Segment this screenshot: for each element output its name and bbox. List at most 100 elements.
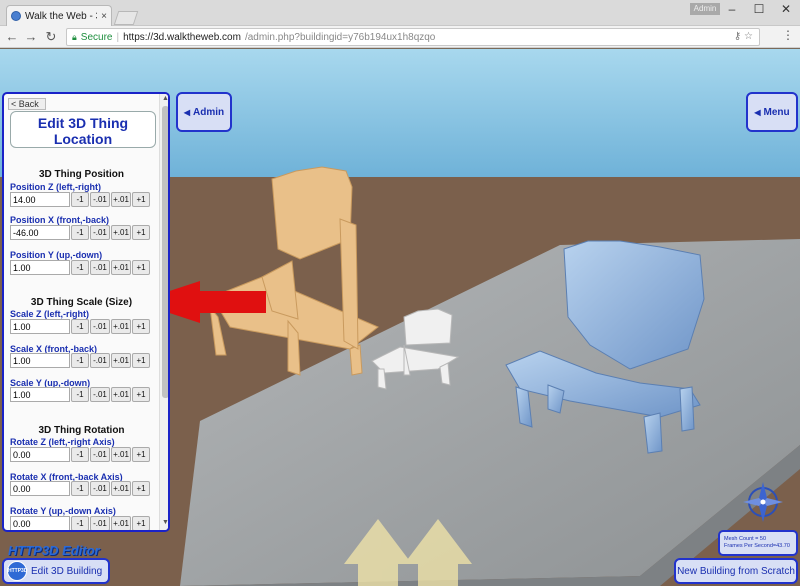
maximize-button[interactable]: ☐ (746, 0, 772, 18)
plus-hundredth-button[interactable]: +.01 (111, 353, 131, 368)
url-host: https://3d.walktheweb.com (123, 31, 241, 43)
reload-icon[interactable]: ↻ (42, 28, 60, 46)
minus-one-button[interactable]: -1 (71, 447, 89, 462)
back-button[interactable]: < Back (8, 98, 46, 110)
plus-hundredth-button[interactable]: +.01 (111, 447, 131, 462)
minus-one-button[interactable]: -1 (71, 353, 89, 368)
browser-tab[interactable]: Walk the Web - 3D Buildi × (6, 5, 112, 26)
rotate-y-input[interactable] (10, 516, 70, 530)
position-y-input[interactable] (10, 260, 70, 275)
field-row-rotate-y: -1 -.01 +.01 +1 (10, 516, 150, 530)
field-label-position-y: Position Y (up,-down) (10, 250, 103, 260)
forward-arrow-icon[interactable]: → (22, 28, 40, 46)
panel-scrollbar[interactable]: ▲ ▼ (159, 94, 168, 530)
scroll-down-icon[interactable]: ▼ (160, 519, 168, 529)
rotate-x-input[interactable] (10, 481, 70, 496)
minus-hundredth-button[interactable]: -.01 (90, 516, 110, 530)
brand-title: HTTP3D Editor (8, 543, 100, 558)
menu-button[interactable]: ◀ Menu (746, 92, 798, 132)
minus-hundredth-button[interactable]: -.01 (90, 353, 110, 368)
minimize-button[interactable]: – (719, 0, 745, 18)
render-stats: Mesh Count = 50 Frames Per Second=43.70 (718, 530, 798, 556)
compass-icon[interactable] (738, 478, 788, 526)
plus-one-button[interactable]: +1 (132, 225, 150, 240)
plus-hundredth-button[interactable]: +.01 (111, 192, 131, 207)
scale-header: 3D Thing Scale (Size) (30, 297, 133, 308)
address-separator: | (116, 31, 120, 43)
minus-one-button[interactable]: -1 (71, 516, 89, 530)
field-row-scale-z: -1 -.01 +.01 +1 (10, 319, 150, 334)
address-bar[interactable]: 🔒︎ Secure | https://3d.walktheweb.com/ad… (66, 28, 760, 46)
back-arrow-icon[interactable]: ← (3, 28, 21, 46)
minus-hundredth-button[interactable]: -.01 (90, 387, 110, 402)
plus-one-button[interactable]: +1 (132, 447, 150, 462)
edit-thing-panel: < Back Edit 3D Thing Location 3D Thing P… (2, 92, 170, 532)
scale-x-input[interactable] (10, 353, 70, 368)
menu-button-label: Menu (763, 106, 790, 118)
plus-one-button[interactable]: +1 (132, 516, 150, 530)
bookmark-star-icon[interactable]: ⚷ ☆ (734, 31, 753, 42)
field-row-scale-y: -1 -.01 +.01 +1 (10, 387, 150, 402)
field-row-scale-x: -1 -.01 +.01 +1 (10, 353, 150, 368)
minus-hundredth-button[interactable]: -.01 (90, 225, 110, 240)
field-row-rotate-z: -1 -.01 +.01 +1 (10, 447, 150, 462)
favicon-icon (11, 11, 21, 21)
minus-hundredth-button[interactable]: -.01 (90, 260, 110, 275)
http3d-logo-icon: HTTP3D (7, 561, 27, 581)
new-building-button[interactable]: New Building from Scratch (674, 558, 798, 584)
url-path: /admin.php?buildingid=y76b194ux1h8qzqo (244, 31, 436, 43)
new-tab-button[interactable] (113, 11, 139, 25)
plus-hundredth-button[interactable]: +.01 (111, 225, 131, 240)
scroll-up-icon[interactable]: ▲ (160, 95, 168, 105)
plus-one-button[interactable]: +1 (132, 353, 150, 368)
minus-one-button[interactable]: -1 (71, 387, 89, 402)
plus-one-button[interactable]: +1 (132, 319, 150, 334)
field-row-position-x: -1 -.01 +.01 +1 (10, 225, 150, 240)
plus-hundredth-button[interactable]: +.01 (111, 516, 131, 530)
minus-hundredth-button[interactable]: -.01 (90, 192, 110, 207)
minus-one-button[interactable]: -1 (71, 481, 89, 496)
scrollbar-thumb[interactable] (162, 106, 168, 398)
minus-one-button[interactable]: -1 (71, 192, 89, 207)
plus-hundredth-button[interactable]: +.01 (111, 319, 131, 334)
user-badge[interactable]: Admin (690, 3, 720, 15)
field-label-rotate-y: Rotate Y (up,-down Axis) (10, 506, 116, 516)
edit-building-button[interactable]: HTTP3D Edit 3D Building (2, 558, 110, 584)
close-window-button[interactable]: ✕ (773, 0, 799, 18)
panel-title: Edit 3D Thing Location (10, 111, 156, 148)
minus-hundredth-button[interactable]: -.01 (90, 447, 110, 462)
minus-hundredth-button[interactable]: -.01 (90, 319, 110, 334)
field-row-position-y: -1 -.01 +.01 +1 (10, 260, 150, 275)
minus-one-button[interactable]: -1 (71, 319, 89, 334)
admin-button[interactable]: ◀ Admin (176, 92, 232, 132)
rotate-z-input[interactable] (10, 447, 70, 462)
panel-title-line1: Edit 3D Thing (37, 115, 129, 131)
plus-hundredth-button[interactable]: +.01 (111, 260, 131, 275)
minus-one-button[interactable]: -1 (71, 260, 89, 275)
mesh-count: Mesh Count = 50 (724, 536, 767, 542)
field-row-rotate-x: -1 -.01 +.01 +1 (10, 481, 150, 496)
scale-z-input[interactable] (10, 319, 70, 334)
secure-label: Secure (80, 31, 113, 43)
field-label-scale-z: Scale Z (left,-right) (10, 309, 90, 319)
scale-y-input[interactable] (10, 387, 70, 402)
browser-menu-icon[interactable]: ⋮ (782, 28, 794, 42)
tab-title: Walk the Web - 3D Buildi (25, 10, 97, 22)
minus-one-button[interactable]: -1 (71, 225, 89, 240)
frames-per-second: Frames Per Second=43.70 (724, 543, 790, 549)
field-label-position-z: Position Z (left,-right) (10, 182, 101, 192)
position-z-input[interactable] (10, 192, 70, 207)
plus-hundredth-button[interactable]: +.01 (111, 387, 131, 402)
panel-title-line2: Location (53, 131, 113, 147)
plus-one-button[interactable]: +1 (132, 260, 150, 275)
lock-icon: 🔒︎ (72, 31, 77, 42)
plus-one-button[interactable]: +1 (132, 192, 150, 207)
tab-close-icon[interactable]: × (101, 11, 107, 22)
field-label-rotate-z: Rotate Z (left,-right Axis) (10, 437, 115, 447)
position-x-input[interactable] (10, 225, 70, 240)
plus-hundredth-button[interactable]: +.01 (111, 481, 131, 496)
admin-button-label: Admin (193, 106, 225, 118)
plus-one-button[interactable]: +1 (132, 481, 150, 496)
plus-one-button[interactable]: +1 (132, 387, 150, 402)
minus-hundredth-button[interactable]: -.01 (90, 481, 110, 496)
